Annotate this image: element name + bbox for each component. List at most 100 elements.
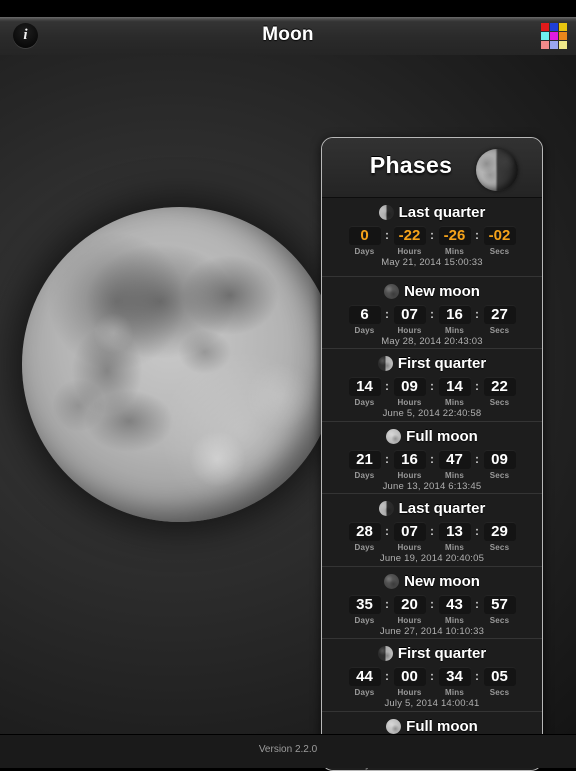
color-swatch-8[interactable]: [550, 41, 558, 49]
color-swatch-5[interactable]: [550, 32, 558, 40]
phase-timestamp: May 21, 2014 15:00:33: [322, 257, 542, 268]
countdown-secs-label: Secs: [490, 616, 509, 625]
phase-name: New moon: [404, 283, 480, 300]
first-quarter-moon-icon: [378, 356, 393, 371]
countdown-mins-cell: 47Mins: [437, 450, 473, 480]
countdown-mins-label: Mins: [445, 616, 464, 625]
countdown-mins-value: -26: [439, 226, 471, 245]
countdown-secs-cell: 27 Secs: [482, 305, 518, 335]
moon-stage: Phases Last quarter0Days:-22Hours:-26Min…: [0, 55, 576, 735]
new-moon-icon: [384, 574, 399, 589]
new-moon-icon: [384, 284, 399, 299]
countdown-hours-value: 16: [394, 450, 426, 469]
countdown-hours-cell: 00 Hours: [392, 667, 428, 697]
time-separator: :: [428, 522, 437, 541]
countdown-days-cell: 6Days: [347, 305, 383, 335]
color-swatch-6[interactable]: [559, 32, 567, 40]
countdown-hours-label: Hours: [397, 398, 421, 407]
phase-row[interactable]: First quarter44Days:00Hours:34Mins:05Sec…: [322, 638, 542, 711]
countdown-hours-label: Hours: [397, 688, 421, 697]
countdown-hours-value: 07: [394, 305, 426, 324]
countdown-mins-cell: 14Mins: [437, 377, 473, 407]
color-swatch-4[interactable]: [541, 32, 549, 40]
phase-name: Full moon: [406, 428, 478, 445]
countdown-timer: 28Days:07Hours:13Mins:29Secs: [322, 522, 542, 552]
navigation-bar: i Moon: [0, 17, 576, 56]
time-separator: :: [473, 226, 482, 245]
countdown-mins-value: 34: [439, 667, 471, 686]
countdown-days-cell: 28Days: [347, 522, 383, 552]
countdown-hours-cell: 16 Hours: [392, 450, 428, 480]
time-separator: :: [428, 667, 437, 686]
countdown-hours-label: Hours: [397, 326, 421, 335]
countdown-days-cell: 21Days: [347, 450, 383, 480]
countdown-secs-label: Secs: [490, 471, 509, 480]
countdown-mins-cell: 34Mins: [437, 667, 473, 697]
color-swatch-3[interactable]: [559, 23, 567, 31]
full-moon-icon: [386, 719, 401, 734]
countdown-days-label: Days: [355, 543, 375, 552]
phase-name: Full moon: [406, 718, 478, 735]
full-moon-icon: [386, 429, 401, 444]
countdown-secs-label: Secs: [490, 326, 509, 335]
phase-row[interactable]: First quarter14Days:09Hours:14Mins:22Sec…: [322, 348, 542, 421]
last-quarter-moon-icon: [379, 501, 394, 516]
countdown-mins-value: 47: [439, 450, 471, 469]
footer-bar: Version 2.2.0: [0, 734, 576, 768]
countdown-secs-value: 05: [484, 667, 516, 686]
phase-row[interactable]: Last quarter0Days:-22Hours:-26Mins:-02Se…: [322, 204, 542, 276]
countdown-secs-value: -02: [484, 226, 516, 245]
countdown-secs-label: Secs: [490, 543, 509, 552]
countdown-days-label: Days: [355, 326, 375, 335]
color-swatch-1[interactable]: [541, 23, 549, 31]
phase-name-line: Last quarter: [322, 500, 542, 519]
phase-row[interactable]: Full moon21Days:16Hours:47Mins:09SecsJun…: [322, 421, 542, 494]
full-moon-photo: [22, 207, 337, 522]
countdown-hours-value: 00: [394, 667, 426, 686]
phase-row[interactable]: New moon35Days:20Hours:43Mins:57SecsJune…: [322, 566, 542, 639]
countdown-secs-value: 09: [484, 450, 516, 469]
time-separator: :: [383, 377, 392, 396]
countdown-hours-cell: 09 Hours: [392, 377, 428, 407]
time-separator: :: [473, 305, 482, 324]
phase-name: Last quarter: [399, 204, 486, 221]
color-grid-icon[interactable]: [541, 23, 567, 49]
countdown-hours-label: Hours: [397, 471, 421, 480]
countdown-secs-label: Secs: [490, 247, 509, 256]
time-separator: :: [473, 595, 482, 614]
time-separator: :: [428, 226, 437, 245]
page-title: Moon: [0, 24, 576, 46]
time-separator: :: [428, 450, 437, 469]
countdown-mins-label: Mins: [445, 326, 464, 335]
countdown-hours-value: 09: [394, 377, 426, 396]
countdown-days-value: 35: [349, 595, 381, 614]
status-bar: [0, 0, 576, 17]
countdown-secs-label: Secs: [490, 688, 509, 697]
countdown-secs-cell: 29Secs: [482, 522, 518, 552]
countdown-hours-value: 20: [394, 595, 426, 614]
phase-row[interactable]: New moon6Days:07Hours:16Mins:27SecsMay 2…: [322, 276, 542, 349]
last-quarter-moon-icon: [379, 205, 394, 220]
time-separator: :: [473, 667, 482, 686]
phase-row[interactable]: Last quarter 28Days:07Hours:13Mins:29Secs…: [322, 493, 542, 566]
color-swatch-2[interactable]: [550, 23, 558, 31]
time-separator: :: [428, 377, 437, 396]
time-separator: :: [383, 305, 392, 324]
countdown-days-label: Days: [355, 471, 375, 480]
countdown-timer: 35Days:20Hours:43Mins:57Secs: [322, 595, 542, 625]
countdown-secs-value: 27: [484, 305, 516, 324]
phases-panel-header: Phases: [322, 138, 542, 198]
countdown-secs-cell: -02 Secs: [482, 226, 518, 256]
color-swatch-7[interactable]: [541, 41, 549, 49]
countdown-hours-cell: 07Hours: [392, 522, 428, 552]
time-separator: :: [383, 667, 392, 686]
phase-name-line: First quarter: [322, 355, 542, 374]
countdown-hours-label: Hours: [397, 543, 421, 552]
countdown-hours-value: -22: [394, 226, 426, 245]
phase-timestamp: July 5, 2014 14:00:41: [322, 698, 542, 709]
color-swatch-9[interactable]: [559, 41, 567, 49]
phase-name-line: Last quarter: [322, 204, 542, 223]
countdown-secs-cell: 05 Secs: [482, 667, 518, 697]
countdown-mins-label: Mins: [445, 247, 464, 256]
time-separator: :: [473, 522, 482, 541]
